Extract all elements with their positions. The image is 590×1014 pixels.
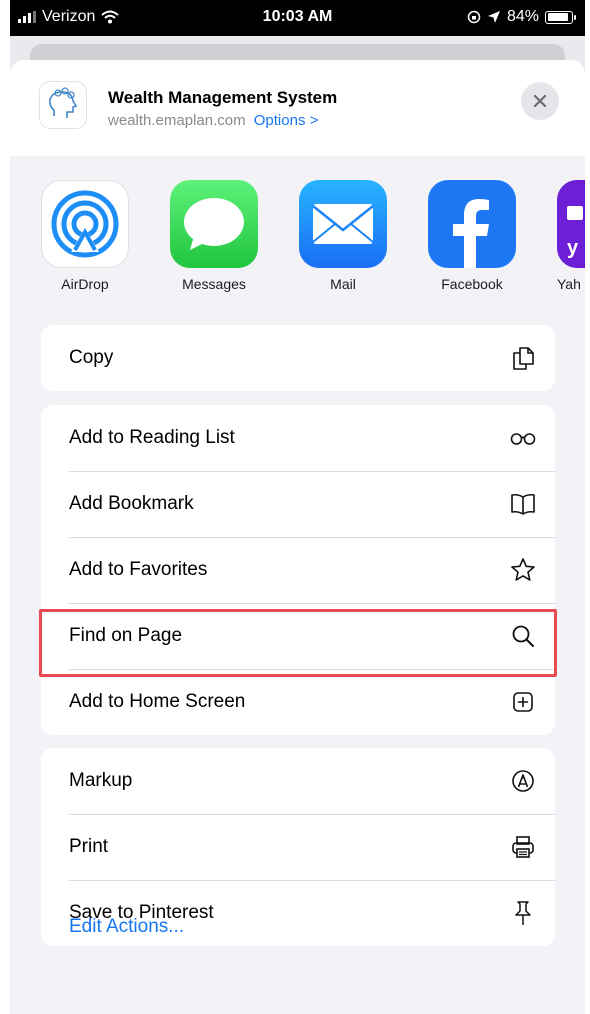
orientation-lock-icon [467, 10, 481, 24]
domain-text: wealth.emaplan.com [108, 112, 246, 129]
action-label: Copy [69, 347, 114, 368]
action-label: Add to Reading List [69, 427, 235, 448]
action-markup[interactable]: Markup [41, 748, 555, 814]
action-add-to-home-screen[interactable]: Add to Home Screen [41, 669, 555, 735]
share-header: Wealth Management System wealth.emaplan.… [10, 60, 585, 156]
app-row: AirDrop Messages Mail Facebook y Yah [41, 180, 585, 300]
status-bar: Verizon 10:03 AM 84% [10, 0, 585, 36]
app-label: Messages [182, 276, 246, 292]
app-facebook[interactable]: Facebook [428, 180, 516, 292]
app-airdrop[interactable]: AirDrop [41, 180, 129, 292]
close-button[interactable] [521, 82, 559, 120]
battery-icon [545, 10, 576, 24]
facebook-icon [428, 180, 516, 268]
book-icon [511, 493, 535, 515]
site-thumbnail [40, 82, 86, 128]
battery-percent: 84% [506, 8, 539, 25]
action-group-copy: Copy [41, 325, 555, 391]
plus-square-icon [513, 692, 533, 712]
phone-screen: Verizon 10:03 AM 84% Wealth Management S… [10, 0, 585, 1014]
options-link[interactable]: Options > [254, 112, 319, 129]
copy-icon [513, 347, 534, 370]
action-add-to-reading-list[interactable]: Add to Reading List [41, 405, 555, 471]
svg-text:y: y [567, 237, 579, 259]
page-domain: wealth.emaplan.com Options > [108, 112, 318, 129]
app-label: AirDrop [61, 276, 109, 292]
action-add-to-favorites[interactable]: Add to Favorites [41, 537, 555, 603]
action-print[interactable]: Print [41, 814, 555, 880]
app-label: Yah [557, 276, 581, 292]
star-icon [511, 558, 535, 581]
highlight-box [39, 609, 557, 677]
app-label: Mail [330, 276, 356, 292]
action-label: Print [69, 836, 109, 857]
airdrop-icon [41, 180, 129, 268]
yahoo-icon: y [557, 180, 585, 268]
app-label: Facebook [441, 276, 503, 292]
printer-icon [512, 836, 534, 858]
action-label: Markup [69, 770, 133, 791]
action-label: Add Bookmark [69, 493, 194, 514]
action-label: Add to Home Screen [69, 691, 246, 712]
edit-actions-link[interactable]: Edit Actions... [69, 916, 184, 938]
page-title: Wealth Management System [108, 88, 338, 107]
markup-icon [512, 770, 534, 792]
mail-icon [299, 180, 387, 268]
messages-icon [170, 180, 258, 268]
action-add-bookmark[interactable]: Add Bookmark [41, 471, 555, 537]
close-icon [533, 94, 547, 108]
app-messages[interactable]: Messages [170, 180, 258, 292]
action-group-browser: Add to Reading List Add Bookmark Add to … [41, 405, 555, 735]
app-mail[interactable]: Mail [299, 180, 387, 292]
glasses-icon [510, 433, 536, 445]
head-logo-icon [49, 87, 78, 118]
app-yahoo[interactable]: y Yah [557, 180, 585, 292]
pin-icon [515, 901, 531, 925]
location-icon [487, 11, 500, 23]
action-copy[interactable]: Copy [41, 325, 555, 391]
action-label: Add to Favorites [69, 559, 208, 580]
share-sheet: Wealth Management System wealth.emaplan.… [10, 60, 585, 1014]
